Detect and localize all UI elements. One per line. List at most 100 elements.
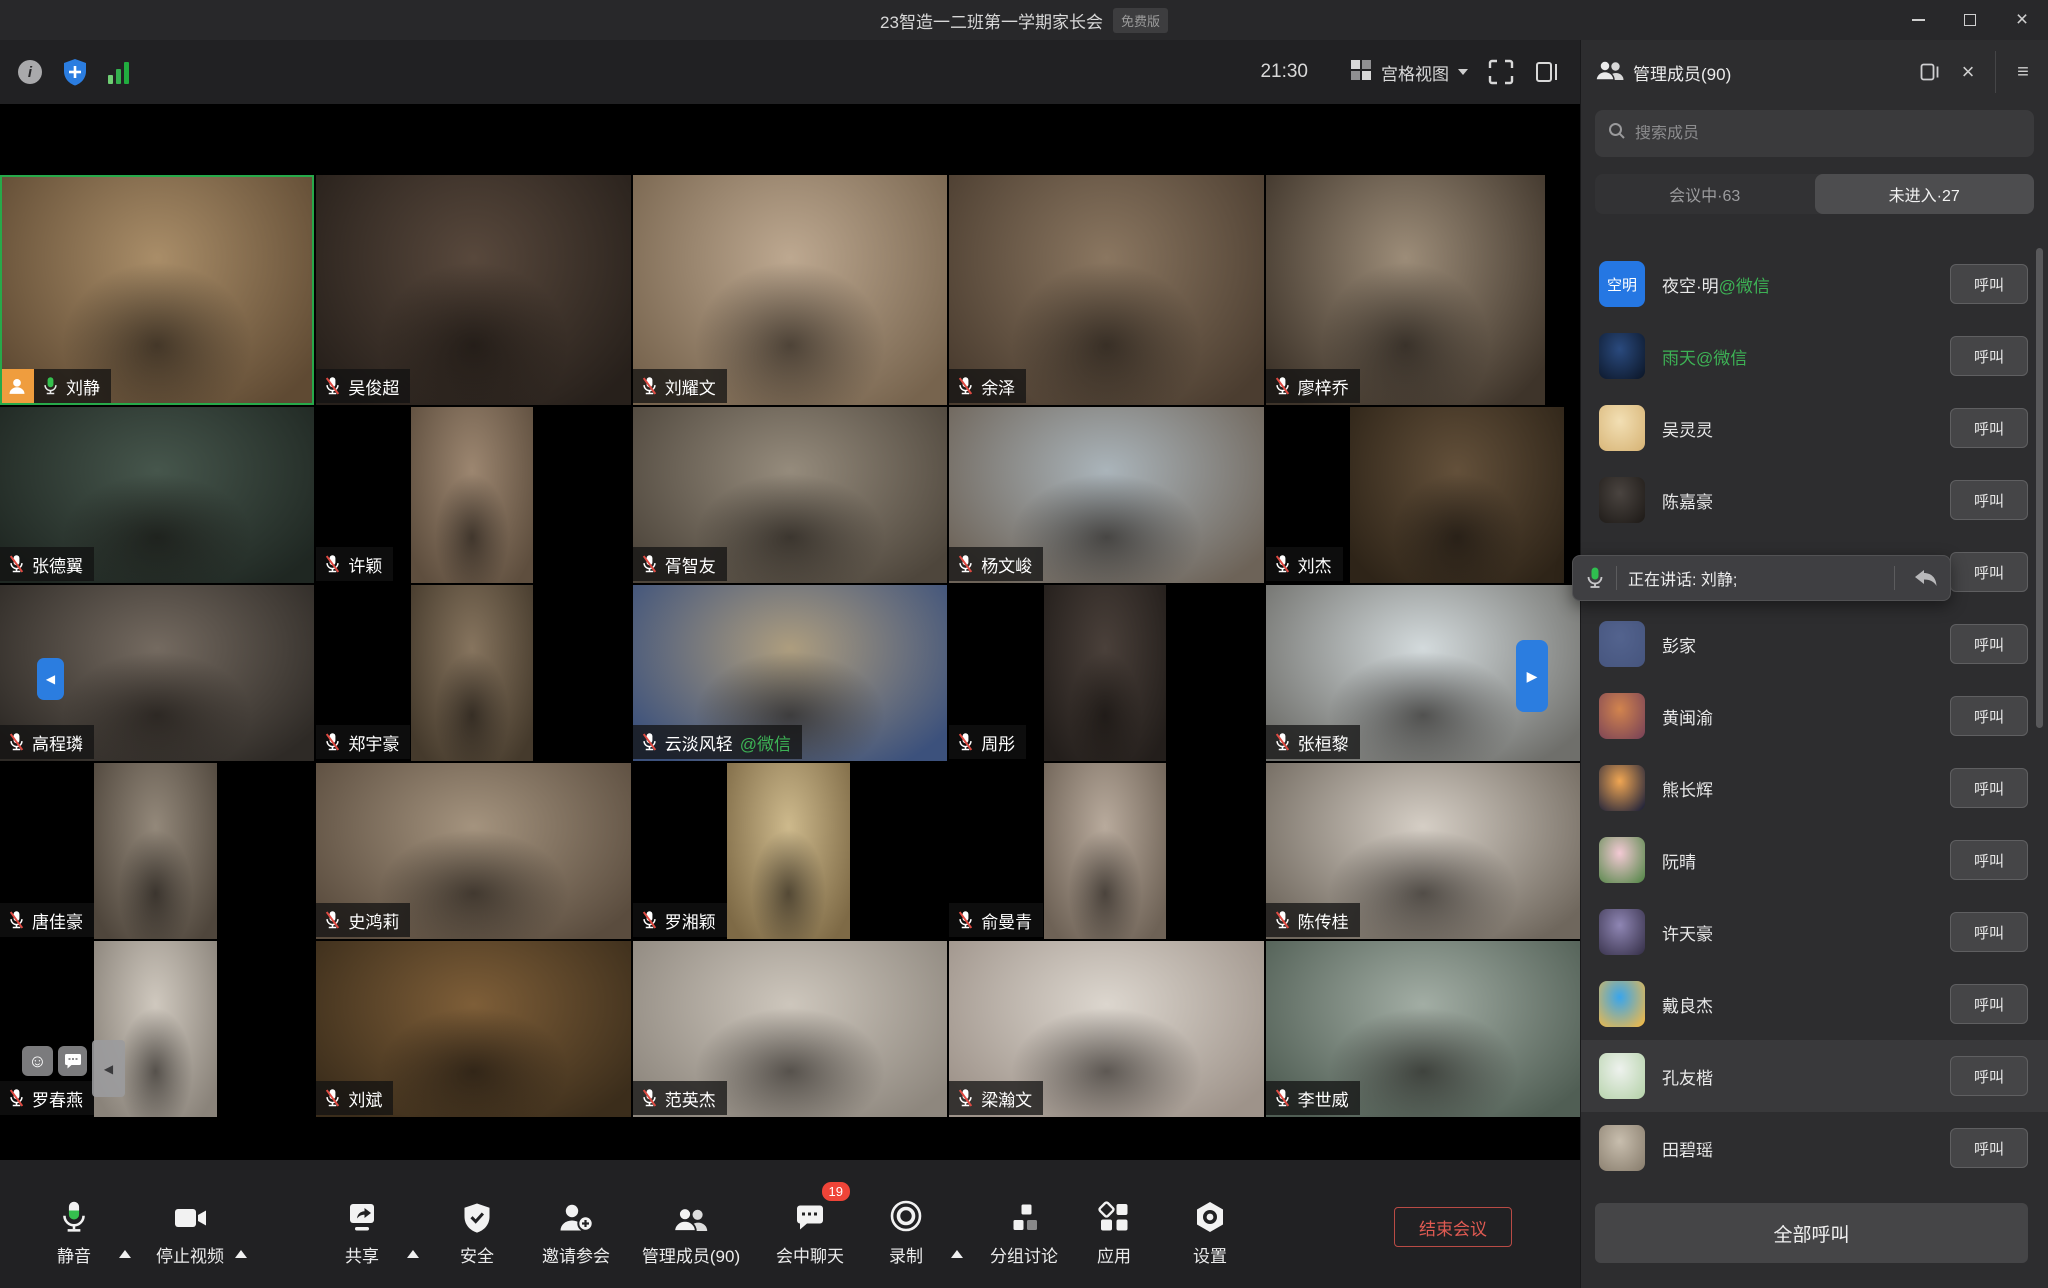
participant-label: 范英杰 (633, 1081, 727, 1115)
video-tile-21[interactable]: 罗春燕 (0, 941, 314, 1117)
member-name: 田碧瑶 (1662, 1136, 1713, 1161)
mic-muted-icon (8, 910, 25, 930)
wechat-suffix: @微信 (1719, 277, 1770, 296)
call-button[interactable]: 呼叫 (1950, 552, 2028, 592)
grid-view-icon (1350, 59, 1372, 86)
side-panel-toggle-icon[interactable] (1534, 59, 1560, 85)
call-button[interactable]: 呼叫 (1950, 1128, 2028, 1168)
video-tile-5[interactable]: 廖梓乔 (1266, 175, 1580, 405)
close-panel-icon[interactable]: × (1955, 59, 1981, 85)
invite-icon (546, 1192, 606, 1234)
call-button[interactable]: 呼叫 (1950, 408, 2028, 448)
video-tile-14[interactable]: 周彤 (949, 585, 1263, 761)
video-tile-8[interactable]: 胥智友 (633, 407, 947, 583)
video-tile-2[interactable]: 吴俊超 (316, 175, 630, 405)
participant-label: 刘静 (0, 369, 111, 403)
avatar (1599, 909, 1645, 955)
previous-page-arrow[interactable]: ◀ (37, 658, 64, 700)
video-tile-9[interactable]: 杨文峻 (949, 407, 1263, 583)
end-meeting-button[interactable]: 结束会议 (1394, 1207, 1512, 1247)
quick-chat-button[interactable] (58, 1046, 87, 1076)
call-all-button[interactable]: 全部呼叫 (1595, 1203, 2028, 1263)
meeting-clock: 21:30 (1260, 61, 1308, 83)
toast-divider (1616, 566, 1617, 590)
close-button[interactable]: × (1996, 0, 2048, 40)
call-button[interactable]: 呼叫 (1950, 1056, 2028, 1096)
video-tile-10[interactable]: 刘杰 (1266, 407, 1580, 583)
tab-in-meeting[interactable]: 会议中·63 (1595, 174, 1815, 214)
call-button[interactable]: 呼叫 (1950, 696, 2028, 736)
video-grid: 刘静 吴俊超 刘耀文 余泽 廖梓乔 张德翼 许颖 (0, 175, 1580, 1117)
member-row: 戴良杰 呼叫 (1581, 968, 2048, 1040)
call-button[interactable]: 呼叫 (1950, 768, 2028, 808)
toolbar-item-camera[interactable]: 停止视频 (115, 1192, 265, 1267)
video-tile-12[interactable]: 郑宇豪 (316, 585, 630, 761)
maximize-button[interactable] (1944, 0, 1996, 40)
member-name: 戴良杰 (1662, 992, 1713, 1017)
reply-arrow-icon[interactable] (1914, 568, 1938, 588)
participant-name: 吴俊超 (348, 374, 399, 399)
chevron-down-icon (1458, 69, 1468, 75)
call-button[interactable]: 呼叫 (1950, 480, 2028, 520)
toolbar-item-settings[interactable]: 设置 (1135, 1192, 1285, 1267)
participant-label: 胥智友 (633, 547, 727, 581)
video-tile-18[interactable]: 罗湘颖 (633, 763, 947, 939)
video-tile-3[interactable]: 刘耀文 (633, 175, 947, 405)
caret-up-icon[interactable] (235, 1250, 247, 1258)
video-tile-16[interactable]: 唐佳豪 (0, 763, 314, 939)
mic-muted-icon (8, 1088, 25, 1108)
video-tile-22[interactable]: 刘斌 (316, 941, 630, 1117)
video-tile-19[interactable]: 俞曼青 (949, 763, 1263, 939)
next-page-arrow[interactable]: ▶ (1516, 640, 1548, 712)
popout-panel-icon[interactable] (1917, 59, 1943, 85)
video-tile-24[interactable]: 梁瀚文 (949, 941, 1263, 1117)
avatar (1599, 765, 1645, 811)
toolbar-item-label: 录制 (889, 1242, 923, 1267)
call-button[interactable]: 呼叫 (1950, 624, 2028, 664)
participant-name: 刘杰 (1298, 552, 1332, 577)
mic-muted-icon (324, 910, 341, 930)
network-signal-icon[interactable] (108, 60, 129, 84)
call-button[interactable]: 呼叫 (1950, 264, 2028, 304)
mic-muted-icon (324, 732, 341, 752)
participant-name: 陈传桂 (1298, 908, 1349, 933)
video-tile-6[interactable]: 张德翼 (0, 407, 314, 583)
member-row: 田碧瑶 呼叫 (1581, 1112, 2048, 1184)
member-row: 熊长辉呼叫 (1581, 752, 2048, 824)
call-button[interactable]: 呼叫 (1950, 840, 2028, 880)
video-tile-23[interactable]: 范英杰 (633, 941, 947, 1117)
member-management-panel: 管理成员(90) × ≡ 会议中·63 未进入·27 空明夜空·明@微信呼叫雨天… (1580, 40, 2048, 1288)
header-divider (1995, 51, 1996, 93)
video-tile-4[interactable]: 余泽 (949, 175, 1263, 405)
video-tile-20[interactable]: 陈传桂 (1266, 763, 1580, 939)
search-input[interactable] (1635, 125, 2021, 143)
video-tile-1[interactable]: 刘静 (0, 175, 314, 405)
member-name: 雨天@微信 (1662, 344, 1747, 369)
security-shield-icon[interactable] (62, 58, 88, 91)
emoji-reaction-button[interactable]: ☺ (22, 1046, 53, 1076)
speaking-toast-text: 正在讲话: 刘静; (1628, 566, 1883, 590)
view-switcher[interactable]: 宫格视图 (1350, 59, 1468, 86)
scrollbar-thumb[interactable] (2036, 248, 2043, 728)
video-tile-17[interactable]: 史鸿莉 (316, 763, 630, 939)
panel-menu-icon[interactable]: ≡ (2010, 59, 2036, 85)
video-tile-7[interactable]: 许颖 (316, 407, 630, 583)
call-button[interactable]: 呼叫 (1950, 336, 2028, 376)
call-button[interactable]: 呼叫 (1950, 984, 2028, 1024)
minimize-button[interactable] (1892, 0, 1944, 40)
call-button[interactable]: 呼叫 (1950, 912, 2028, 952)
fullscreen-icon[interactable] (1488, 59, 1514, 85)
participant-name: 史鸿莉 (348, 908, 399, 933)
video-tile-13[interactable]: 云淡风轻@微信 (633, 585, 947, 761)
meeting-info-icon[interactable]: i (18, 60, 42, 84)
mic-muted-icon (1274, 376, 1291, 396)
collapse-strip-arrow[interactable]: ◀ (92, 1040, 125, 1097)
toolbar-item-label: 管理成员(90) (642, 1242, 740, 1267)
participant-name: 周彤 (981, 730, 1015, 755)
video-tile-25[interactable]: 李世威 (1266, 941, 1580, 1117)
participant-name: 唐佳豪 (32, 908, 83, 933)
participant-label: 高程璘 (0, 725, 94, 759)
tab-not-joined[interactable]: 未进入·27 (1815, 174, 2035, 214)
avatar (1599, 1125, 1645, 1171)
member-row: 许天豪呼叫 (1581, 896, 2048, 968)
